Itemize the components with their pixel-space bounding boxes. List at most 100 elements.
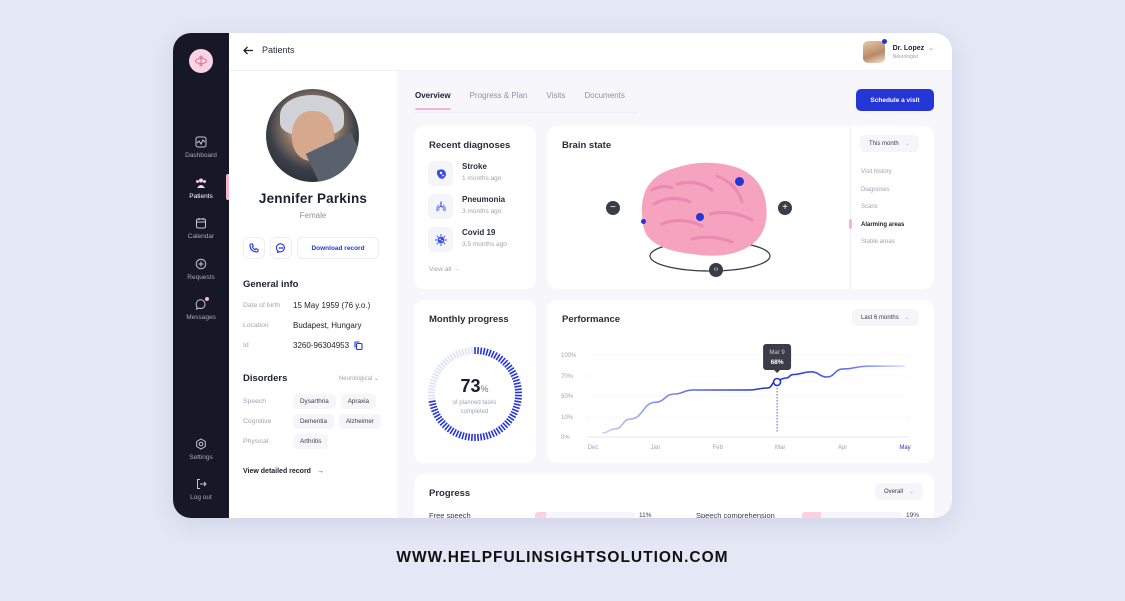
user-menu[interactable]: Dr. Lopez ⌄ Neurologist [862, 39, 934, 63]
patient-profile-panel: Jennifer Parkins Female Download record … [229, 71, 397, 518]
progress-tick-done [490, 430, 495, 438]
chevron-down-icon: ⌄ [928, 45, 934, 52]
chevron-down-icon: ⌄ [373, 376, 379, 382]
patient-gender: Female [299, 211, 327, 220]
disorder-tag[interactable]: Arthritis [293, 434, 329, 449]
sidebar-item-dashboard[interactable]: Dashboard [173, 136, 229, 159]
tab-visits[interactable]: Visits [546, 91, 565, 110]
rotate-handle[interactable]: ‹› [709, 263, 723, 277]
doctor-avatar [862, 39, 887, 63]
tab-overview[interactable]: Overview [415, 91, 451, 110]
brain-menu-stable-areas[interactable]: Stable areas [861, 239, 895, 245]
zoom-in-button[interactable]: + [778, 201, 792, 215]
schedule-visit-button[interactable]: Schedule a visit [856, 89, 934, 111]
arrow-right-icon: → [453, 266, 460, 273]
sidebar-item-label: Log out [190, 494, 212, 501]
disorder-row-cognitive: Cognitive Dementia Alzheimer [243, 414, 386, 429]
sidebar-item-requests[interactable]: Requests [173, 258, 229, 281]
brain-menu-indicator [849, 219, 852, 229]
progress-percent: 73% [460, 376, 489, 396]
view-all-link[interactable]: View all → [429, 266, 460, 273]
back-label: Patients [262, 45, 295, 55]
top-bar: Patients Dr. Lopez ⌄ Neurologist [229, 33, 952, 71]
view-detailed-record-link[interactable]: View detailed record → [243, 468, 324, 475]
message-button[interactable] [270, 237, 292, 259]
progress-tick-done [487, 431, 492, 439]
brain-menu-divider [850, 126, 851, 289]
chart-tooltip: Mar 9 68% [763, 344, 792, 373]
phone-icon [249, 243, 259, 253]
sidebar-item-patients[interactable]: Patients [173, 177, 229, 200]
virus-icon [434, 233, 447, 246]
chevron-down-icon: ⌄ [904, 141, 910, 147]
disorder-row-speech: Speech Dysarthria Apraxia [243, 394, 381, 409]
website-watermark: WWW.HELPFULINSIGHTSOLUTION.COM [396, 549, 729, 566]
tab-documents[interactable]: Documents [584, 91, 624, 110]
chat-icon [276, 243, 285, 253]
progress-filter-dropdown[interactable]: Overall ⌄ [875, 483, 924, 500]
sidebar-item-logout[interactable]: Log out [173, 478, 229, 501]
y-tick-label: 10% [561, 415, 574, 421]
progress-bar [802, 511, 902, 518]
copy-icon[interactable] [354, 341, 363, 350]
progress-tick-done [493, 428, 498, 436]
call-button[interactable] [243, 237, 265, 259]
sidebar: Dashboard Patients Calendar Requests Mes… [173, 33, 229, 518]
stroke-icon [436, 168, 446, 179]
tab-progress-plan[interactable]: Progress & Plan [470, 91, 528, 110]
progress-tick-remaining [467, 347, 471, 355]
data-point-marker[interactable] [772, 377, 782, 387]
disorders-filter-dropdown[interactable]: Neurological ⌄ [339, 375, 379, 382]
sidebar-item-label: Messages [186, 314, 216, 321]
card-title: Recent diagnoses [429, 140, 511, 151]
brain-menu-diagnoses[interactable]: Diagnoses [861, 187, 889, 193]
period-dropdown[interactable]: This month ⌄ [860, 135, 919, 152]
general-info-title: General info [243, 279, 299, 290]
brain-hotspot[interactable] [735, 177, 744, 186]
x-tick-label: May [899, 445, 910, 451]
progress-tick-remaining [433, 369, 441, 375]
requests-icon [195, 258, 207, 270]
disorder-tag[interactable]: Alzheimer [338, 414, 381, 429]
progress-tick-done [490, 350, 495, 358]
diagnosis-item[interactable]: Stroke 1 months ago [428, 161, 501, 186]
progress-tick-done [482, 432, 486, 441]
y-tick-label: 70% [561, 374, 574, 380]
diagnosis-item[interactable]: Pneumonia 3 months ago [428, 194, 505, 219]
patient-name: Jennifer Parkins [258, 191, 368, 206]
brain-state-card: Brain state − + ‹› This month ⌄ Visit his… [547, 126, 934, 289]
progress-tick-done [487, 349, 492, 357]
disorder-tag[interactable]: Apraxia [340, 394, 377, 409]
progress-tick-remaining [455, 350, 460, 358]
progress-card: Progress Overall ⌄ Free speech 11% Speech… [414, 474, 934, 518]
sidebar-item-messages[interactable]: Messages [173, 296, 229, 321]
tooltip-date: Mar 9 [769, 350, 785, 356]
brain-menu-alarming-areas[interactable]: Alarming areas [861, 222, 904, 228]
sidebar-item-calendar[interactable]: Calendar [173, 217, 229, 240]
brain-menu-visit-history[interactable]: Visit history [861, 169, 892, 175]
zoom-out-button[interactable]: − [606, 201, 620, 215]
progress-tick-done [452, 428, 457, 436]
x-tick-label: Jan [651, 445, 661, 451]
sidebar-item-settings[interactable]: Settings [173, 438, 229, 461]
x-tick-label: Mar [775, 445, 785, 451]
download-record-button[interactable]: Download record [297, 237, 379, 259]
disorder-tag[interactable]: Dysarthria [293, 394, 336, 409]
logo[interactable] [189, 49, 213, 73]
monthly-progress-card: Monthly progress 73% of planned tasks com… [414, 300, 536, 463]
app-window: Dashboard Patients Calendar Requests Mes… [173, 33, 952, 518]
performance-card: Performance Last 6 months ⌄ 0% 10% 50% 70% 10… [547, 300, 934, 463]
brain-hotspot[interactable] [641, 219, 646, 224]
card-title: Brain state [562, 140, 612, 151]
recent-diagnoses-card: Recent diagnoses Stroke 1 months ago Pneu… [414, 126, 536, 289]
disorder-tag[interactable]: Dementia [293, 414, 334, 429]
brain-hotspot[interactable] [696, 213, 704, 221]
progress-tick-remaining [458, 349, 463, 357]
sidebar-item-label: Dashboard [185, 152, 217, 159]
progress-tick-done [479, 433, 483, 441]
brain-3d-view[interactable] [632, 154, 782, 282]
diagnosis-item[interactable]: Covid 19 3,5 months ago [428, 227, 507, 252]
back-button[interactable]: Patients [243, 45, 295, 55]
chevron-down-icon: ⌄ [909, 489, 915, 495]
brain-menu-scans[interactable]: Scans [861, 204, 878, 210]
